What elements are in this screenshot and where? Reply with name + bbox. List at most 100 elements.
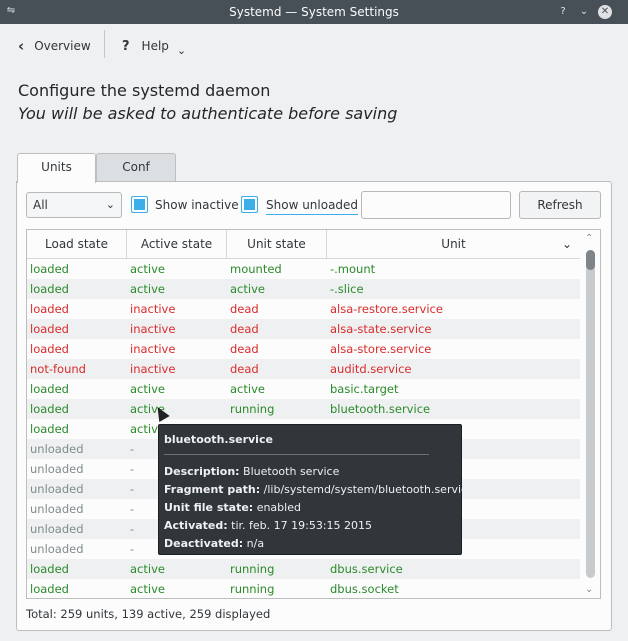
page-subtitle: You will be asked to authenticate before…: [18, 104, 398, 123]
column-header-unit-state[interactable]: Unit state: [227, 230, 327, 259]
window-titlebar: ⇋ Systemd — System Settings ? ⌄ ✕: [0, 0, 628, 24]
cell-active-state: -: [130, 462, 135, 476]
cell-unit: alsa-restore.service: [330, 302, 443, 316]
tooltip-fragment-path: Fragment path: /lib/systemd/system/bluet…: [164, 483, 474, 496]
tooltip-file-state: Unit file state: enabled: [164, 501, 301, 514]
tab-conf[interactable]: Conf: [96, 153, 176, 181]
scrollbar-groove[interactable]: [586, 250, 595, 578]
show-inactive-checkbox[interactable]: [131, 196, 148, 213]
table-row[interactable]: loaded active running dbus.service: [27, 559, 580, 579]
table-row[interactable]: loaded active running bluetooth.service: [27, 399, 580, 419]
tooltip-activated: Activated: tir. feb. 17 19:53:15 2015: [164, 519, 373, 532]
cell-load-state: unloaded: [30, 522, 84, 536]
table-header: Load state Active state Unit state Unit …: [27, 230, 580, 259]
cell-active-state: -: [130, 442, 135, 456]
cell-active-state: inactive: [130, 342, 176, 356]
cell-unit-state: dead: [230, 302, 259, 316]
column-header-load-state[interactable]: Load state: [27, 230, 127, 259]
cell-load-state: loaded: [30, 422, 69, 436]
cell-unit: dbus.service: [330, 562, 403, 576]
cell-load-state: loaded: [30, 382, 69, 396]
cell-active-state: active: [130, 262, 165, 276]
vertical-scrollbar[interactable]: ⌃ ⌄: [581, 230, 600, 598]
unit-filter-select[interactable]: All ⌄: [26, 192, 122, 218]
scroll-up-icon[interactable]: ⌃: [585, 233, 593, 244]
scrollbar-handle[interactable]: [586, 250, 595, 270]
cell-unit: dbus.socket: [330, 582, 399, 596]
cell-load-state: unloaded: [30, 502, 84, 516]
tab-units[interactable]: Units: [17, 153, 96, 183]
column-header-unit[interactable]: Unit ⌄: [327, 230, 580, 259]
tooltip-description: Description: Bluetooth service: [164, 465, 340, 478]
cell-load-state: loaded: [30, 262, 69, 276]
window-title: Systemd — System Settings: [229, 5, 399, 19]
table-row[interactable]: not-found inactive dead auditd.service: [27, 359, 580, 379]
cell-unit-state: running: [230, 562, 275, 576]
cell-unit-state: mounted: [230, 262, 282, 276]
tooltip-divider: [164, 454, 429, 455]
show-inactive-label[interactable]: Show inactive: [155, 198, 239, 212]
filter-selected-value: All: [33, 198, 48, 212]
cell-unit: alsa-store.service: [330, 342, 432, 356]
cell-unit-state: running: [230, 402, 275, 416]
table-row[interactable]: loaded active active basic.target: [27, 379, 580, 399]
cell-load-state: loaded: [30, 282, 69, 296]
sort-descending-icon: ⌄: [561, 237, 572, 251]
page-title: Configure the systemd daemon: [18, 81, 271, 100]
show-unloaded-label[interactable]: Show unloaded: [266, 198, 359, 215]
table-row[interactable]: loaded inactive dead alsa-restore.service: [27, 299, 580, 319]
cell-active-state: inactive: [130, 302, 176, 316]
table-row[interactable]: loaded active running dbus.socket: [27, 579, 580, 598]
chevron-down-icon: ⌄: [105, 198, 115, 211]
refresh-button[interactable]: Refresh: [519, 191, 601, 219]
help-icon: ?: [122, 38, 130, 54]
cell-unit: auditd.service: [330, 362, 412, 376]
cell-unit: alsa-state.service: [330, 322, 432, 336]
scroll-down-icon[interactable]: ⌄: [585, 584, 593, 595]
overview-button[interactable]: ‹ Overview: [18, 36, 91, 56]
chevron-down-icon: ⌄: [176, 43, 187, 57]
overview-label: Overview: [34, 39, 91, 53]
search-input[interactable]: [361, 191, 511, 219]
help-button[interactable]: ? Help ⌄: [122, 36, 187, 57]
cell-unit-state: dead: [230, 322, 259, 336]
cell-active-state: inactive: [130, 362, 176, 376]
table-row[interactable]: loaded active active -.slice: [27, 279, 580, 299]
cell-unit-state: running: [230, 582, 275, 596]
help-label: Help: [141, 39, 169, 53]
cell-unit: -.mount: [330, 262, 376, 276]
chevron-left-icon: ‹: [18, 37, 25, 55]
cell-load-state: loaded: [30, 402, 69, 416]
units-total-status: Total: 259 units, 139 active, 259 displa…: [26, 607, 271, 621]
cell-unit: basic.target: [330, 382, 399, 396]
cell-load-state: unloaded: [30, 462, 84, 476]
cell-active-state: -: [130, 502, 135, 516]
cell-load-state: unloaded: [30, 442, 84, 456]
cell-active-state: active: [130, 382, 165, 396]
cell-active-state: inactive: [130, 322, 176, 336]
table-row[interactable]: loaded active mounted -.mount: [27, 259, 580, 279]
tooltip-deactivated: Deactivated: n/a: [164, 537, 265, 550]
cell-load-state: loaded: [30, 562, 69, 576]
show-unloaded-checkbox[interactable]: [241, 196, 258, 213]
window-close-button[interactable]: ✕: [598, 5, 612, 19]
cell-load-state: loaded: [30, 322, 69, 336]
cell-unit: -.slice: [330, 282, 364, 296]
cell-load-state: unloaded: [30, 482, 84, 496]
cell-active-state: active: [130, 282, 165, 296]
column-header-active-state[interactable]: Active state: [127, 230, 227, 259]
cell-unit-state: dead: [230, 362, 259, 376]
cell-load-state: loaded: [30, 342, 69, 356]
cell-load-state: loaded: [30, 582, 69, 596]
cell-load-state: loaded: [30, 302, 69, 316]
window-help-button[interactable]: ?: [556, 5, 570, 19]
cell-load-state: unloaded: [30, 542, 84, 556]
cell-load-state: not-found: [30, 362, 86, 376]
cell-active-state: -: [130, 482, 135, 496]
cell-active-state: active: [130, 582, 165, 596]
window-minimize-button[interactable]: ⌄: [577, 5, 591, 19]
table-row[interactable]: loaded inactive dead alsa-state.service: [27, 319, 580, 339]
toolbar: ‹ Overview ? Help ⌄: [0, 24, 628, 68]
cell-active-state: active: [130, 562, 165, 576]
table-row[interactable]: loaded inactive dead alsa-store.service: [27, 339, 580, 359]
